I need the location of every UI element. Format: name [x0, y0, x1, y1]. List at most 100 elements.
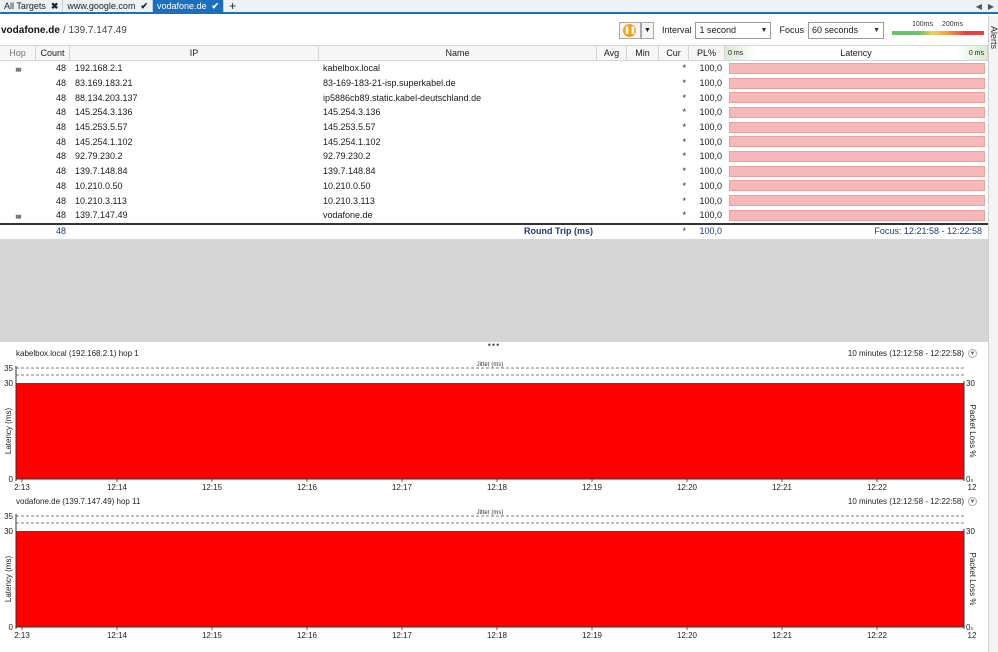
- ip-cell: 83.169.183.21: [75, 78, 133, 89]
- alerts-panel-toggle[interactable]: Alerts: [988, 16, 998, 652]
- count-cell: 48: [55, 92, 66, 103]
- hop-cell: ▮▮▮: [0, 63, 36, 73]
- latency-cell: [725, 136, 988, 148]
- table-row[interactable]: ▮▮▮ 48 139.7.147.49 vodafone.de * 100,0: [0, 208, 988, 223]
- col-name[interactable]: Name: [319, 46, 597, 60]
- cur-cell: *: [682, 92, 686, 103]
- latency-cell: [725, 121, 988, 133]
- pause-options-dropdown[interactable]: ▼: [640, 21, 654, 39]
- y2-axis-label: Packet Loss %: [968, 405, 977, 458]
- close-icon[interactable]: ✖: [51, 1, 59, 12]
- cur-cell: *: [682, 107, 686, 118]
- graph-time-range[interactable]: 10 minutes (12:12:58 - 12:22:58): [848, 349, 964, 358]
- bar-chart-icon[interactable]: ▮▮▮: [15, 214, 21, 220]
- x-tick-label: 12:17: [392, 631, 413, 640]
- col-ip[interactable]: IP: [70, 46, 319, 60]
- y2-axis-label: Packet Loss %: [968, 553, 977, 606]
- pl-cell: 100,0: [699, 136, 722, 147]
- tab-2[interactable]: vodafone.de ✔: [153, 0, 225, 12]
- tab-bar: All Targets ✖ www.google.com ✔ vodafone.de ✔ …: [0, 0, 998, 14]
- col-pl[interactable]: PL%: [689, 46, 725, 60]
- panel-splitter[interactable]: •••: [0, 340, 988, 350]
- ip-cell: 139.7.147.49: [75, 210, 128, 221]
- latency-bar: [729, 209, 985, 221]
- chevron-down-icon[interactable]: ▼: [968, 497, 977, 506]
- interval-select[interactable]: 1 second ▼: [695, 21, 772, 39]
- table-row[interactable]: 48 145.253.5.57 145.253.5.57 * 100,0: [0, 120, 988, 135]
- graph-time-range[interactable]: 10 minutes (12:12:58 - 12:22:58): [848, 497, 964, 506]
- hops-table: Hop Count IP Name Avg Min Cur PL% 0 ms L…: [0, 45, 988, 237]
- scroll-left-icon[interactable]: ◀: [976, 2, 982, 11]
- cur-cell: *: [682, 78, 686, 89]
- ip-cell: 145.254.1.102: [75, 136, 133, 147]
- pl-cell: 100,0: [699, 122, 722, 133]
- latency-bar: [729, 62, 985, 74]
- latency-bar: [729, 136, 985, 148]
- tab-1[interactable]: www.google.com ✔: [63, 0, 153, 12]
- table-row[interactable]: ▮▮▮ 48 192.168.2.1 kabelbox.local * 100,0: [0, 61, 988, 76]
- ip-cell: 10.210.3.113: [75, 195, 127, 206]
- col-min[interactable]: Min: [627, 46, 659, 60]
- cur-cell: *: [682, 136, 686, 147]
- chevron-down-icon: ▼: [873, 26, 880, 34]
- empty-table-area: [0, 239, 988, 342]
- y2-tick-label: 30: [966, 527, 975, 536]
- chevron-down-icon[interactable]: ▼: [968, 349, 977, 358]
- table-row[interactable]: 48 139.7.148.84 139.7.148.84 * 100,0: [0, 164, 988, 179]
- toolbar: vodafone.de / 139.7.147.49 ❚❚ ▼ Interval…: [0, 16, 988, 44]
- x-tick-label: 12:18: [487, 631, 508, 640]
- x-tick-label: 12:18: [487, 483, 508, 492]
- col-avg[interactable]: Avg: [597, 46, 627, 60]
- y-axis-label: Latency (ms): [4, 408, 13, 455]
- latency-cell: [725, 195, 988, 207]
- latency-bar: [729, 121, 985, 133]
- tab-label: www.google.com: [67, 1, 136, 11]
- count-cell: 48: [55, 180, 66, 191]
- col-cur[interactable]: Cur: [659, 46, 689, 60]
- focus-select[interactable]: 60 seconds ▼: [808, 21, 884, 39]
- x-tick-label: 12: [968, 631, 977, 640]
- table-row[interactable]: 48 92.79.230.2 92.79.230.2 * 100,0: [0, 149, 988, 164]
- col-hop[interactable]: Hop: [0, 46, 36, 60]
- check-icon[interactable]: ✔: [212, 1, 220, 12]
- count-cell: 48: [55, 122, 66, 133]
- latency-bar: [729, 165, 985, 177]
- jitter-label: Jitter (ms): [477, 362, 504, 368]
- table-row[interactable]: 48 145.254.3.136 145.254.3.136 * 100,0: [0, 105, 988, 120]
- summary-count: 48: [55, 225, 66, 236]
- table-row[interactable]: 48 10.210.3.113 10.210.3.113 * 100,0: [0, 193, 988, 208]
- x-tick-label: 12:17: [392, 483, 413, 492]
- table-row[interactable]: 48 83.169.183.21 83-169-183-21-isp.superka…: [0, 76, 988, 91]
- name-cell: vodafone.de: [323, 210, 373, 221]
- col-latency[interactable]: 0 ms Latency 0 ms: [725, 46, 988, 60]
- pl-cell: 100,0: [699, 78, 722, 89]
- name-cell: 145.254.1.102: [323, 136, 381, 147]
- x-tick-label: 12:22: [867, 483, 888, 492]
- name-cell: 83-169-183-21-isp.superkabel.de: [323, 78, 456, 89]
- tab-0[interactable]: All Targets ✖: [0, 0, 64, 12]
- table-row[interactable]: 48 145.254.1.102 145.254.1.102 * 100,0: [0, 134, 988, 149]
- round-trip-summary-row: 48 Round Trip (ms) * 100,0 Focus: 12:21:…: [0, 222, 988, 237]
- table-row[interactable]: 48 88.134.203.137 ip5886cb89.static.kabel-…: [0, 90, 988, 105]
- add-tab-button[interactable]: +: [224, 0, 241, 13]
- latency-cell: [725, 180, 988, 192]
- cur-cell: *: [682, 180, 686, 191]
- latency-cell: [725, 92, 988, 104]
- pause-button[interactable]: ❚❚: [618, 21, 641, 39]
- count-cell: 48: [55, 63, 66, 74]
- check-icon[interactable]: ✔: [140, 1, 148, 12]
- col-count[interactable]: Count: [36, 46, 70, 60]
- scale-200-label: 200ms: [942, 21, 964, 28]
- count-cell: 48: [55, 107, 66, 118]
- interval-value: 1 second: [699, 25, 737, 35]
- table-row[interactable]: 48 10.210.0.50 10.210.0.50 * 100,0: [0, 179, 988, 194]
- latency-min-label: 0 ms: [728, 49, 744, 57]
- pl-cell: 100,0: [699, 195, 722, 206]
- tab-scroll-controls: ◀ ▶: [976, 0, 998, 12]
- scroll-right-icon[interactable]: ▶: [988, 2, 994, 11]
- focus-value: 60 seconds: [812, 25, 859, 35]
- target-ip: / 139.7.147.49: [62, 24, 127, 36]
- summary-focus-range: Focus: 12:21:58 - 12:22:58: [874, 225, 982, 236]
- summary-pl: 100,0: [699, 225, 722, 236]
- bar-chart-icon[interactable]: ▮▮▮: [15, 67, 21, 73]
